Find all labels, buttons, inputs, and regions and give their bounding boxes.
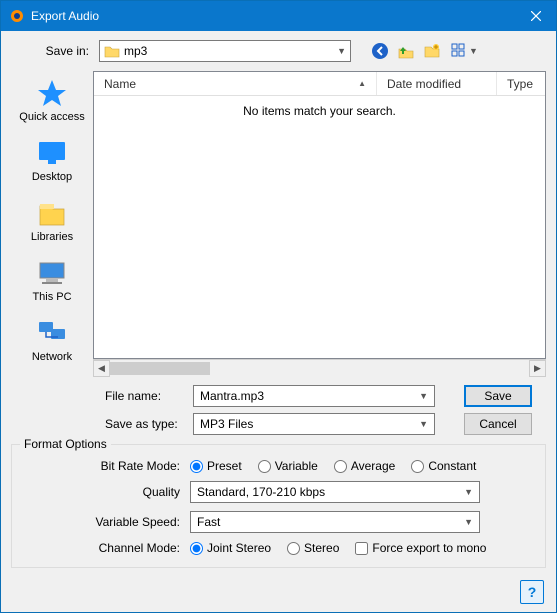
- channel-joint-stereo-radio[interactable]: Joint Stereo: [190, 541, 271, 555]
- chevron-down-icon: ▼: [419, 391, 428, 401]
- chevron-down-icon: ▼: [464, 487, 473, 497]
- place-libraries[interactable]: Libraries: [17, 197, 87, 243]
- chevron-down-icon: ▼: [419, 419, 428, 429]
- bitrate-average-radio[interactable]: Average: [334, 459, 395, 473]
- back-button[interactable]: [369, 40, 391, 62]
- save-as-type-label: Save as type:: [105, 417, 185, 431]
- save-in-label: Save in:: [13, 44, 93, 58]
- titlebar: Export Audio: [1, 1, 556, 31]
- place-desktop[interactable]: Desktop: [17, 137, 87, 183]
- sort-ascending-icon: ▲: [358, 79, 366, 88]
- place-network[interactable]: Network: [17, 317, 87, 363]
- up-one-level-button[interactable]: [395, 40, 417, 62]
- help-button[interactable]: ?: [520, 580, 544, 604]
- app-icon: [9, 8, 25, 24]
- place-quick-access[interactable]: Quick access: [17, 77, 87, 123]
- save-as-type-combo[interactable]: MP3 Files ▼: [193, 413, 435, 435]
- save-button[interactable]: Save: [464, 385, 532, 407]
- bitrate-variable-radio[interactable]: Variable: [258, 459, 318, 473]
- new-folder-button[interactable]: [421, 40, 443, 62]
- column-header-name[interactable]: Name ▲: [94, 72, 377, 95]
- format-options-title: Format Options: [20, 437, 111, 451]
- format-options-group: Format Options Bit Rate Mode: Preset Var…: [11, 444, 546, 568]
- quality-combo[interactable]: Standard, 170-210 kbps ▼: [190, 481, 480, 503]
- view-menu-button[interactable]: ▼: [447, 41, 482, 61]
- save-in-combo[interactable]: mp3 ▼: [99, 40, 351, 62]
- column-header-type[interactable]: Type: [497, 72, 545, 95]
- force-mono-checkbox[interactable]: Force export to mono: [355, 541, 486, 555]
- window-title: Export Audio: [31, 9, 516, 23]
- chevron-down-icon: ▼: [469, 46, 478, 56]
- variable-speed-combo[interactable]: Fast ▼: [190, 511, 480, 533]
- horizontal-scrollbar[interactable]: ◀ ▶: [93, 359, 546, 376]
- save-in-value: mp3: [124, 44, 337, 58]
- export-audio-dialog: Export Audio Save in: mp3 ▼: [0, 0, 557, 613]
- bitrate-constant-radio[interactable]: Constant: [411, 459, 476, 473]
- chevron-down-icon: ▼: [337, 46, 346, 56]
- quick-access-icon: [36, 77, 68, 109]
- desktop-icon: [36, 137, 68, 169]
- scroll-thumb[interactable]: [110, 362, 210, 375]
- file-name-label: File name:: [105, 389, 185, 403]
- channel-stereo-radio[interactable]: Stereo: [287, 541, 339, 555]
- file-list[interactable]: Name ▲ Date modified Type No items match…: [93, 71, 546, 359]
- bitrate-mode-label: Bit Rate Mode:: [80, 459, 180, 473]
- quality-label: Quality: [80, 485, 180, 499]
- file-name-input[interactable]: Mantra.mp3 ▼: [193, 385, 435, 407]
- close-button[interactable]: [516, 1, 556, 31]
- cancel-button[interactable]: Cancel: [464, 413, 532, 435]
- channel-mode-label: Channel Mode:: [80, 541, 180, 555]
- dialog-content: Save in: mp3 ▼ ▼: [1, 31, 556, 612]
- places-bar: Quick access Desktop Libraries This PC N…: [11, 71, 93, 438]
- place-this-pc[interactable]: This PC: [17, 257, 87, 303]
- bitrate-preset-radio[interactable]: Preset: [190, 459, 242, 473]
- column-header-date[interactable]: Date modified: [377, 72, 497, 95]
- folder-icon: [104, 44, 120, 58]
- chevron-down-icon: ▼: [464, 517, 473, 527]
- libraries-icon: [36, 197, 68, 229]
- variable-speed-label: Variable Speed:: [80, 515, 180, 529]
- network-icon: [36, 317, 68, 349]
- scroll-right-icon[interactable]: ▶: [529, 360, 546, 377]
- this-pc-icon: [36, 257, 68, 289]
- empty-message: No items match your search.: [243, 104, 396, 350]
- scroll-left-icon[interactable]: ◀: [93, 360, 110, 377]
